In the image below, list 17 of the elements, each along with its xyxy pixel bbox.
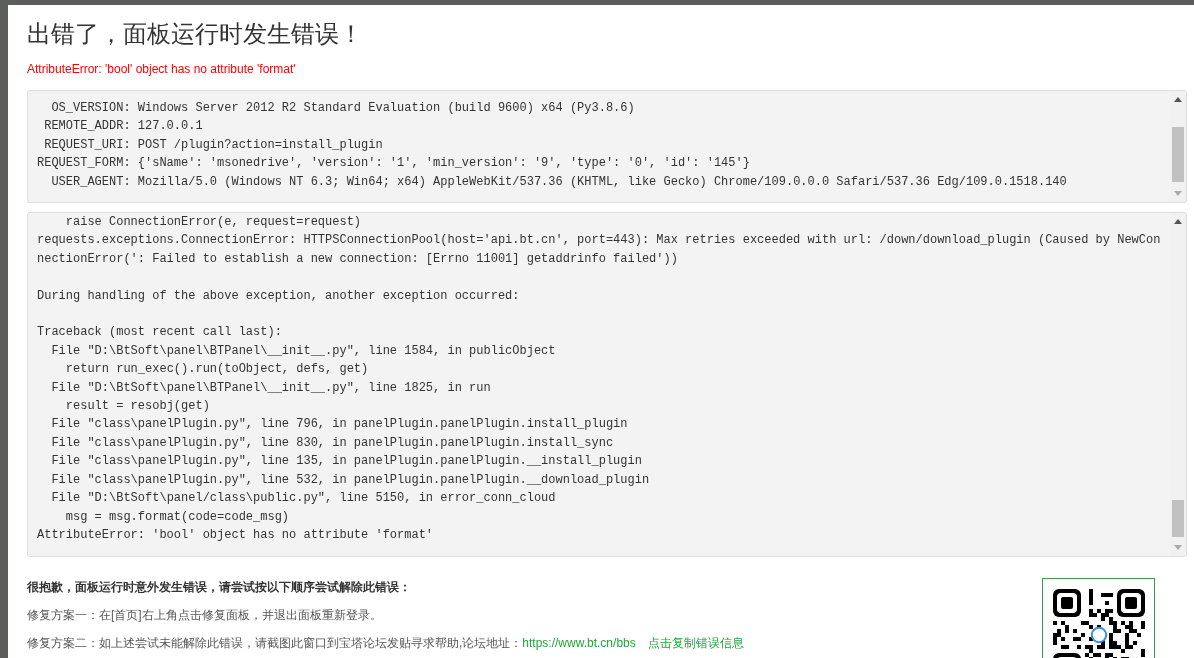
help-heading: 很抱歉，面板运行时意外发生错误，请尝试按以下顺序尝试解除此错误： (27, 579, 412, 595)
help-step: 修复方案一：在[首页]右上角点击修复面板，并退出面板重新登录。 (27, 607, 382, 623)
error-message: AttributeError: 'bool' object has no attribute 'format' (27, 61, 296, 77)
scroll-thumb[interactable] (1172, 500, 1184, 537)
scrollbar[interactable] (1170, 91, 1186, 202)
scroll-up-icon[interactable] (1174, 219, 1182, 224)
scroll-up-icon[interactable] (1174, 97, 1182, 102)
scroll-down-icon[interactable] (1174, 191, 1182, 196)
dialog-title: 出错了，面板运行时发生错误！ (27, 19, 363, 49)
scroll-thumb[interactable] (1172, 127, 1184, 182)
forum-link[interactable]: https://www.bt.cn/bbs (522, 635, 636, 651)
help-step: 修复方案二：如上述尝试未能解除此错误，请截图此窗口到宝塔论坛发贴寻求帮助,论坛地址： (27, 635, 523, 651)
copy-error-link[interactable]: 点击复制错误信息 (647, 635, 744, 651)
code-text: raise ConnectionError(e, request=request) requests.exceptions.ConnectionError: HTTPSConnectionPool(host='api.bt.cn', port=443): Max retries exceeded with url: /down/download_plugin (Caused by NewConnectionError(': Failed to establish a new connection: [Errno 11001] getaddrinfo failed')) During handling of the above exception, another exception occurred: Traceback (most recent call last): File "D:\BtSoft\panel\BTPanel\__init__.py", line 1584, in publicObject return run_exec().run(toObject, defs, get) File "D:\BtSoft\panel\BTPanel\__init__.py", line 1825, in run result = resobj(get) File "class\panelPlugin.py", line 796, in panelPlugin.panelPlugin.install_plugin File "class\panelPlugin.py", line 830, in panelPlugin.panelPlugin.install_sync File "class\panelPlugin.py", line 135, in panelPlugin.panelPlugin.__install_plugin File "class\panelPlugin.py", line 532, in panelPlugin.panelPlugin.__download_plugin File "D:\BtSoft\panel/class\public.py", line 5150, in error_conn_cloud msg = msg.format(code=code_msg) AttributeError: 'bool' object has no attribute 'format' (37, 214, 1161, 544)
scroll-down-icon[interactable] (1174, 545, 1182, 550)
code-text: OS_VERSION: Windows Server 2012 R2 Standard Evaluation (build 9600) x64 (Py3.8.6) REMOTE_ADDR: 127.0.0.1 REQUEST_URI: POST /plugin?action=install_plugin REQUEST_FORM: {'sName': 'msonedrive', 'version': '1', 'min_version': '9', 'type': '0', 'id': '145'} USER_AGENT: Mozilla/5.0 (Windows NT 6.3; Win64; x64) AppleWebKit/537.36 (KHTML, like Gecko) Chrome/109.0.0.0 Safari/537.36 Edg/109.0.1518.140 (37, 100, 1068, 191)
scrollbar[interactable] (1170, 213, 1186, 556)
